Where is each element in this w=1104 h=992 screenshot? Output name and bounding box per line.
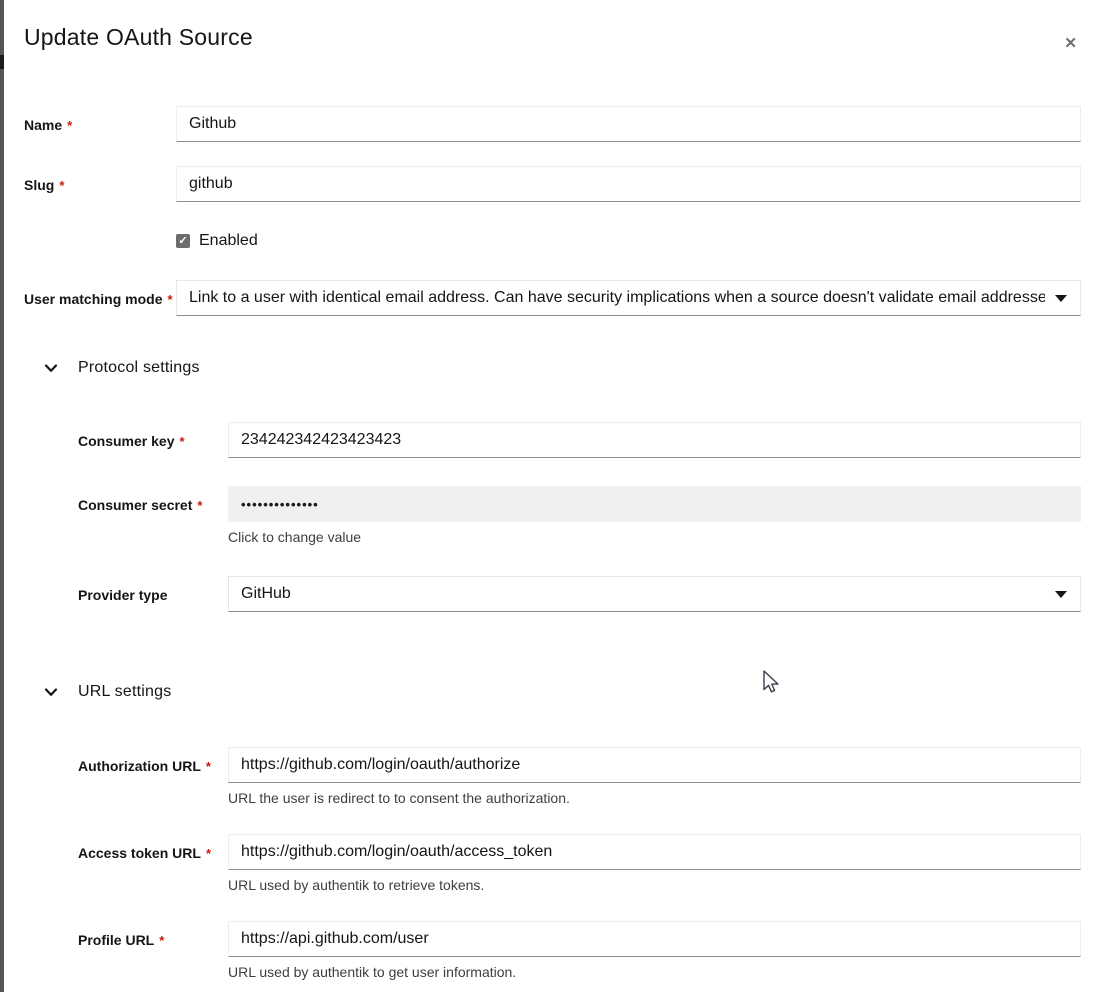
user-matching-mode-label-text: User matching mode: [24, 291, 162, 307]
enabled-field-row: ✓ Enabled: [24, 230, 1081, 250]
user-matching-mode-select[interactable]: Link to a user with identical email addr…: [176, 280, 1081, 316]
profile-url-field-row: Profile URL * URL used by authentik to ge…: [78, 921, 1081, 980]
check-icon: ✓: [178, 236, 187, 247]
protocol-settings-section-title: Protocol settings: [78, 359, 200, 377]
chevron-down-icon: [1055, 591, 1067, 598]
required-asterisk: *: [179, 434, 184, 449]
access-token-url-input[interactable]: [228, 834, 1081, 870]
access-token-url-field-row: Access token URL * URL used by authentik …: [78, 834, 1081, 893]
access-token-url-label-text: Access token URL: [78, 845, 201, 861]
profile-url-label: Profile URL *: [78, 921, 228, 948]
background-sidebar-edge: [0, 0, 4, 992]
profile-url-label-text: Profile URL: [78, 932, 154, 948]
access-token-url-helper-text: URL used by authentik to retrieve tokens…: [228, 877, 1081, 893]
consumer-secret-helper-text: Click to change value: [228, 529, 1081, 545]
name-label-text: Name: [24, 117, 62, 133]
enabled-label: Enabled: [199, 232, 258, 250]
access-token-url-label: Access token URL *: [78, 834, 228, 861]
required-asterisk: *: [197, 498, 202, 513]
required-asterisk: *: [206, 759, 211, 774]
sidebar-edge-mark: [0, 55, 4, 69]
authorization-url-field-row: Authorization URL * URL the user is redir…: [78, 747, 1081, 806]
url-settings-section-title: URL settings: [78, 683, 171, 701]
enabled-checkbox[interactable]: ✓: [176, 234, 190, 248]
slug-field-row: Slug *: [24, 166, 1081, 202]
chevron-down-icon: [44, 364, 58, 373]
consumer-secret-field-row: Consumer secret * Click to change value: [78, 486, 1081, 545]
provider-type-field-row: Provider type GitHub: [78, 576, 1081, 612]
user-matching-mode-label: User matching mode *: [24, 280, 176, 307]
name-field-row: Name *: [24, 106, 1081, 142]
profile-url-helper-text: URL used by authentik to get user inform…: [228, 964, 1081, 980]
consumer-secret-input[interactable]: [228, 486, 1081, 522]
chevron-down-icon: [1055, 295, 1067, 302]
modal-header: Update OAuth Source ✕: [24, 24, 1081, 57]
slug-label-text: Slug: [24, 177, 54, 193]
required-asterisk: *: [159, 933, 164, 948]
profile-url-input[interactable]: [228, 921, 1081, 957]
required-asterisk: *: [206, 846, 211, 861]
url-settings-section-header[interactable]: URL settings: [44, 683, 1081, 701]
provider-type-label-text: Provider type: [78, 587, 167, 603]
name-input[interactable]: [176, 106, 1081, 142]
close-icon[interactable]: ✕: [1060, 30, 1081, 57]
user-matching-mode-value: Link to a user with identical email addr…: [189, 289, 1045, 307]
protocol-settings-section-header[interactable]: Protocol settings: [44, 359, 1081, 377]
user-matching-mode-field-row: User matching mode * Link to a user with …: [24, 280, 1081, 316]
enabled-label-spacer: [24, 230, 176, 241]
consumer-secret-label: Consumer secret *: [78, 486, 228, 513]
authorization-url-helper-text: URL the user is redirect to to consent t…: [228, 790, 1081, 806]
required-asterisk: *: [67, 118, 72, 133]
provider-type-select[interactable]: GitHub: [228, 576, 1081, 612]
provider-type-label: Provider type: [78, 576, 228, 603]
consumer-key-input[interactable]: [228, 422, 1081, 458]
authorization-url-input[interactable]: [228, 747, 1081, 783]
page-title: Update OAuth Source: [24, 24, 253, 51]
authorization-url-label-text: Authorization URL: [78, 758, 201, 774]
consumer-key-field-row: Consumer key *: [78, 422, 1081, 458]
update-oauth-source-modal: Update OAuth Source ✕ Name * Slug *: [0, 0, 1104, 980]
required-asterisk: *: [59, 178, 64, 193]
consumer-secret-label-text: Consumer secret: [78, 497, 192, 513]
slug-input[interactable]: [176, 166, 1081, 202]
slug-label: Slug *: [24, 166, 176, 193]
authorization-url-label: Authorization URL *: [78, 747, 228, 774]
name-label: Name *: [24, 106, 176, 133]
oauth-source-form: Name * Slug * ✓ Enabled: [24, 106, 1081, 980]
provider-type-value: GitHub: [241, 585, 291, 603]
consumer-key-label-text: Consumer key: [78, 433, 174, 449]
chevron-down-icon: [44, 688, 58, 697]
required-asterisk: *: [167, 292, 172, 307]
consumer-key-label: Consumer key *: [78, 422, 228, 449]
